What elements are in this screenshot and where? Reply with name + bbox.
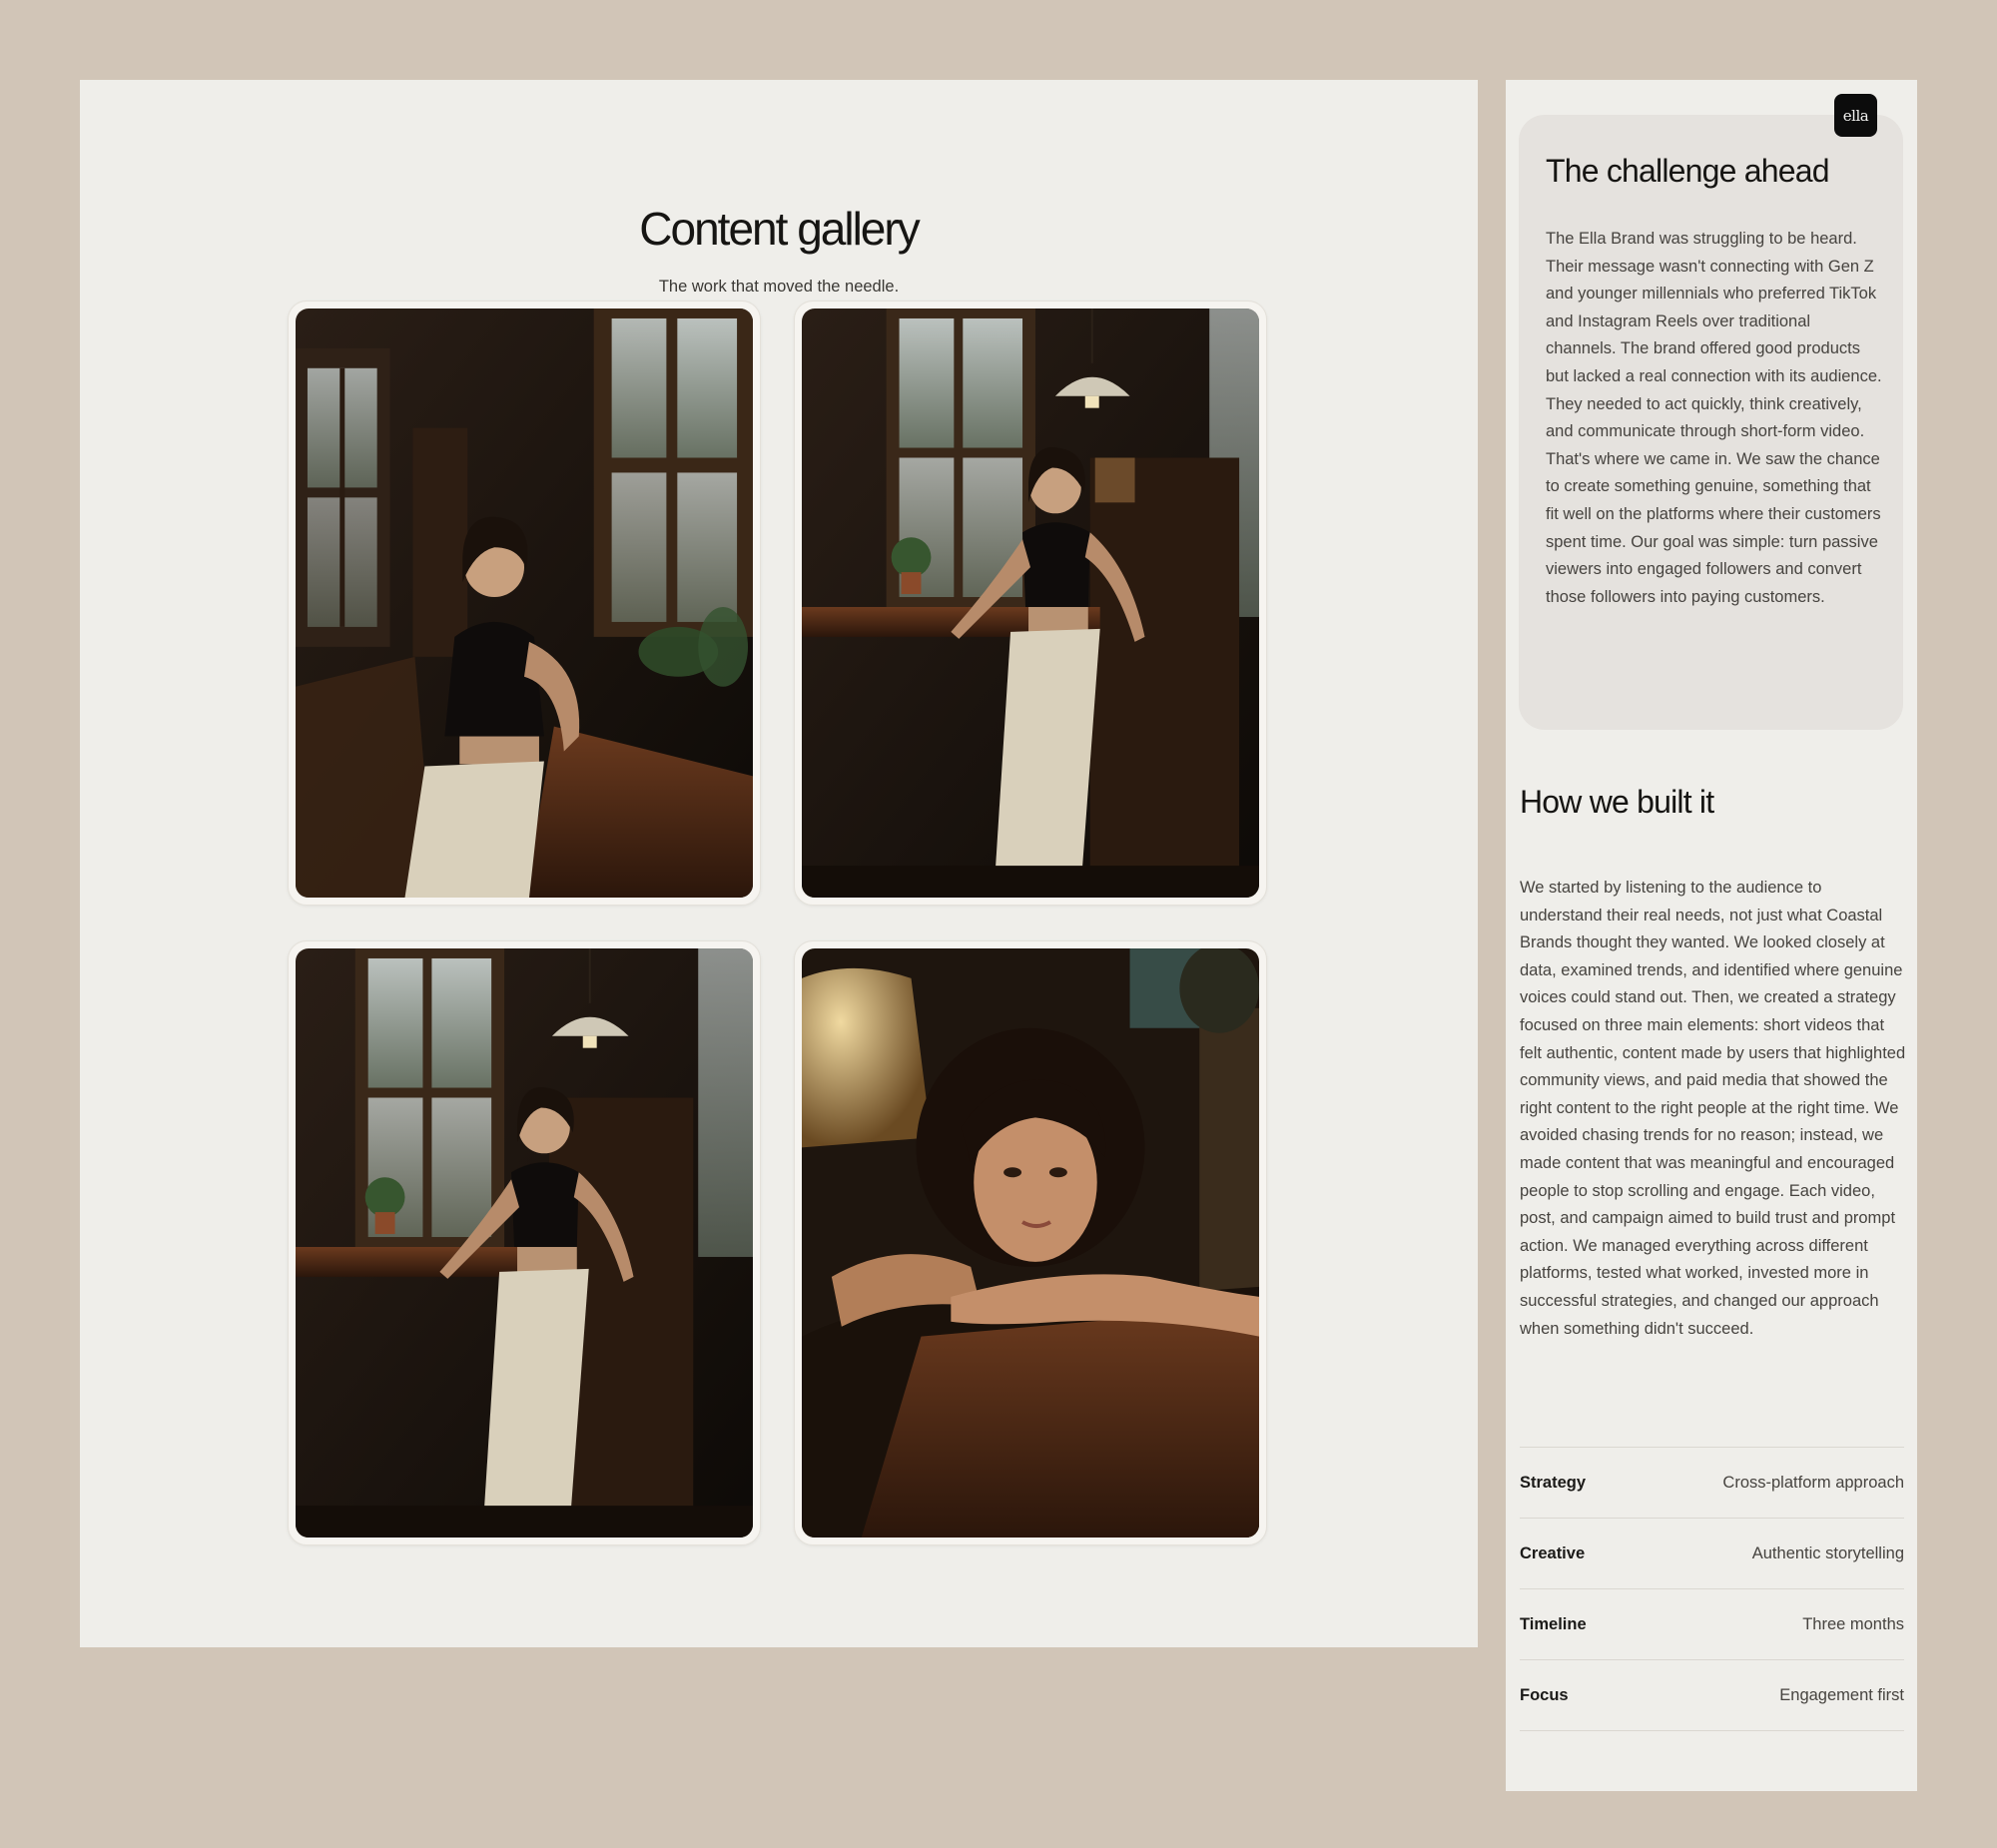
detail-row-strategy: Strategy Cross-platform approach (1520, 1448, 1904, 1519)
photo-woman-leaning-on-desk[interactable] (296, 308, 753, 898)
detail-label: Focus (1520, 1685, 1569, 1704)
ella-logo[interactable]: ella (1834, 94, 1877, 137)
project-details-list: Strategy Cross-platform approach Creativ… (1520, 1447, 1904, 1731)
detail-value: Cross-platform approach (1722, 1473, 1904, 1492)
detail-row-timeline: Timeline Three months (1520, 1589, 1904, 1660)
gallery-photo-card[interactable] (794, 940, 1267, 1545)
gallery-panel: Content gallery The work that moved the … (80, 80, 1478, 1647)
gallery-photo-card[interactable] (288, 301, 761, 906)
gallery-photo-card[interactable] (288, 940, 761, 1545)
built-title: How we built it (1520, 784, 1714, 820)
detail-row-creative: Creative Authentic storytelling (1520, 1519, 1904, 1589)
built-body: We started by listening to the audience … (1520, 879, 1906, 1338)
challenge-body: The Ella Brand was struggling to be hear… (1546, 230, 1882, 606)
challenge-card: The challenge ahead The Ella Brand was s… (1519, 115, 1903, 730)
detail-label: Timeline (1520, 1614, 1587, 1633)
detail-value: Engagement first (1779, 1685, 1904, 1704)
gallery-title: Content gallery (639, 203, 920, 255)
detail-value: Authentic storytelling (1751, 1543, 1904, 1562)
detail-value: Three months (1802, 1614, 1904, 1633)
detail-label: Strategy (1520, 1473, 1587, 1492)
challenge-title: The challenge ahead (1546, 153, 1830, 189)
photo-woman-leaning-on-cabinet-variant[interactable] (296, 948, 753, 1538)
photo-curly-haired-woman[interactable] (802, 948, 1259, 1538)
photo-woman-leaning-on-cabinet[interactable] (802, 308, 1259, 898)
gallery-photo-card[interactable] (794, 301, 1267, 906)
detail-label: Creative (1520, 1543, 1586, 1562)
case-study-sidebar: The challenge ahead The Ella Brand was s… (1506, 80, 1917, 1791)
detail-row-focus: Focus Engagement first (1520, 1660, 1904, 1731)
gallery-subtitle: The work that moved the needle. (658, 278, 900, 296)
